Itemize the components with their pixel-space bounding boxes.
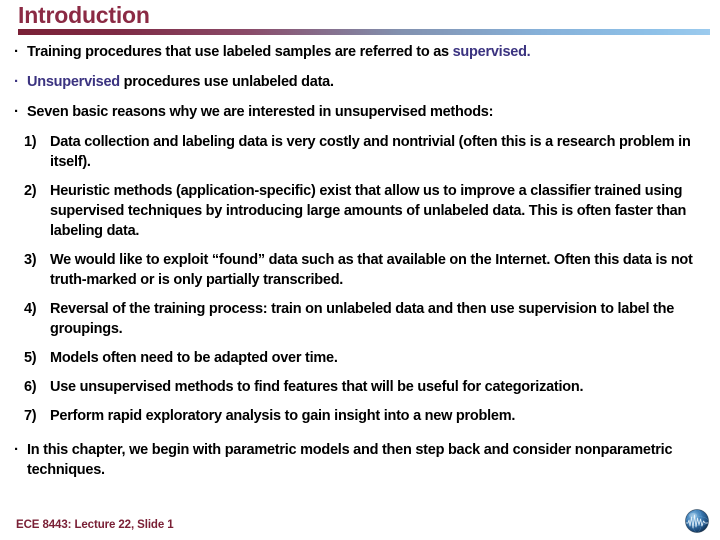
globe-waveform-logo [682,506,712,536]
list-item-text: Data collection and labeling data is ver… [50,134,691,170]
title-underline-rule [18,29,710,35]
bullet-segment-plain: procedures use unlabeled data. [119,74,334,90]
bullet-segment-accent: supervised. [452,44,531,60]
numbered-reason-list: 1) Data collection and labeling data is … [0,132,720,426]
bullet-segment-plain: Training procedures that use labeled sam… [27,44,453,60]
bullet-marker-icon: · [14,441,19,458]
list-item: 3) We would like to exploit “found” data… [0,250,706,290]
list-item: 7) Perform rapid exploratory analysis to… [0,406,706,426]
bullet-marker-icon: · [14,43,19,60]
footer-slide-label: ECE 8443: Lecture 22, Slide 1 [16,519,174,531]
list-item-text: We would like to exploit “found” data su… [50,252,693,288]
list-item-number: 6) [24,379,37,395]
bullet-text: In this chapter, we begin with parametri… [27,442,673,478]
page-title: Introduction [18,2,150,28]
list-item-number: 4) [24,301,37,317]
bullet-item-seven-reasons: · Seven basic reasons why we are interes… [0,102,720,122]
bullet-text: Unsupervised procedures use unlabeled da… [27,72,710,92]
list-item-text: Use unsupervised methods to find feature… [50,379,584,395]
list-item-number: 3) [24,252,37,268]
list-item: 6) Use unsupervised methods to find feat… [0,377,706,397]
list-item-text: Models often need to be adapted over tim… [50,350,338,366]
list-item-text: Heuristic methods (application-specific)… [50,183,687,239]
list-item: 5) Models often need to be adapted over … [0,348,706,368]
bullet-item-closing: · In this chapter, we begin with paramet… [0,440,720,480]
list-item: 1) Data collection and labeling data is … [0,132,706,172]
bullet-marker-icon: · [14,73,19,90]
list-item-number: 2) [24,183,37,199]
bullet-text: Training procedures that use labeled sam… [27,42,710,62]
list-item-number: 7) [24,408,37,424]
list-item: 2) Heuristic methods (application-specif… [0,181,706,241]
list-item-number: 5) [24,350,37,366]
list-item: 4) Reversal of the training process: tra… [0,299,706,339]
bullet-marker-icon: · [14,103,19,120]
bullet-item-supervised: · Training procedures that use labeled s… [0,42,720,62]
bullet-text: Seven basic reasons why we are intereste… [27,104,494,120]
bullet-segment-accent: Unsupervised [27,74,120,90]
bullet-item-unsupervised: · Unsupervised procedures use unlabeled … [0,72,720,92]
list-item-text: Reversal of the training process: train … [50,301,675,337]
slide-canvas: Introduction · Training procedures that … [0,0,720,540]
list-item-number: 1) [24,134,37,150]
list-item-text: Perform rapid exploratory analysis to ga… [50,408,516,424]
slide-body: · Training procedures that use labeled s… [0,42,720,480]
